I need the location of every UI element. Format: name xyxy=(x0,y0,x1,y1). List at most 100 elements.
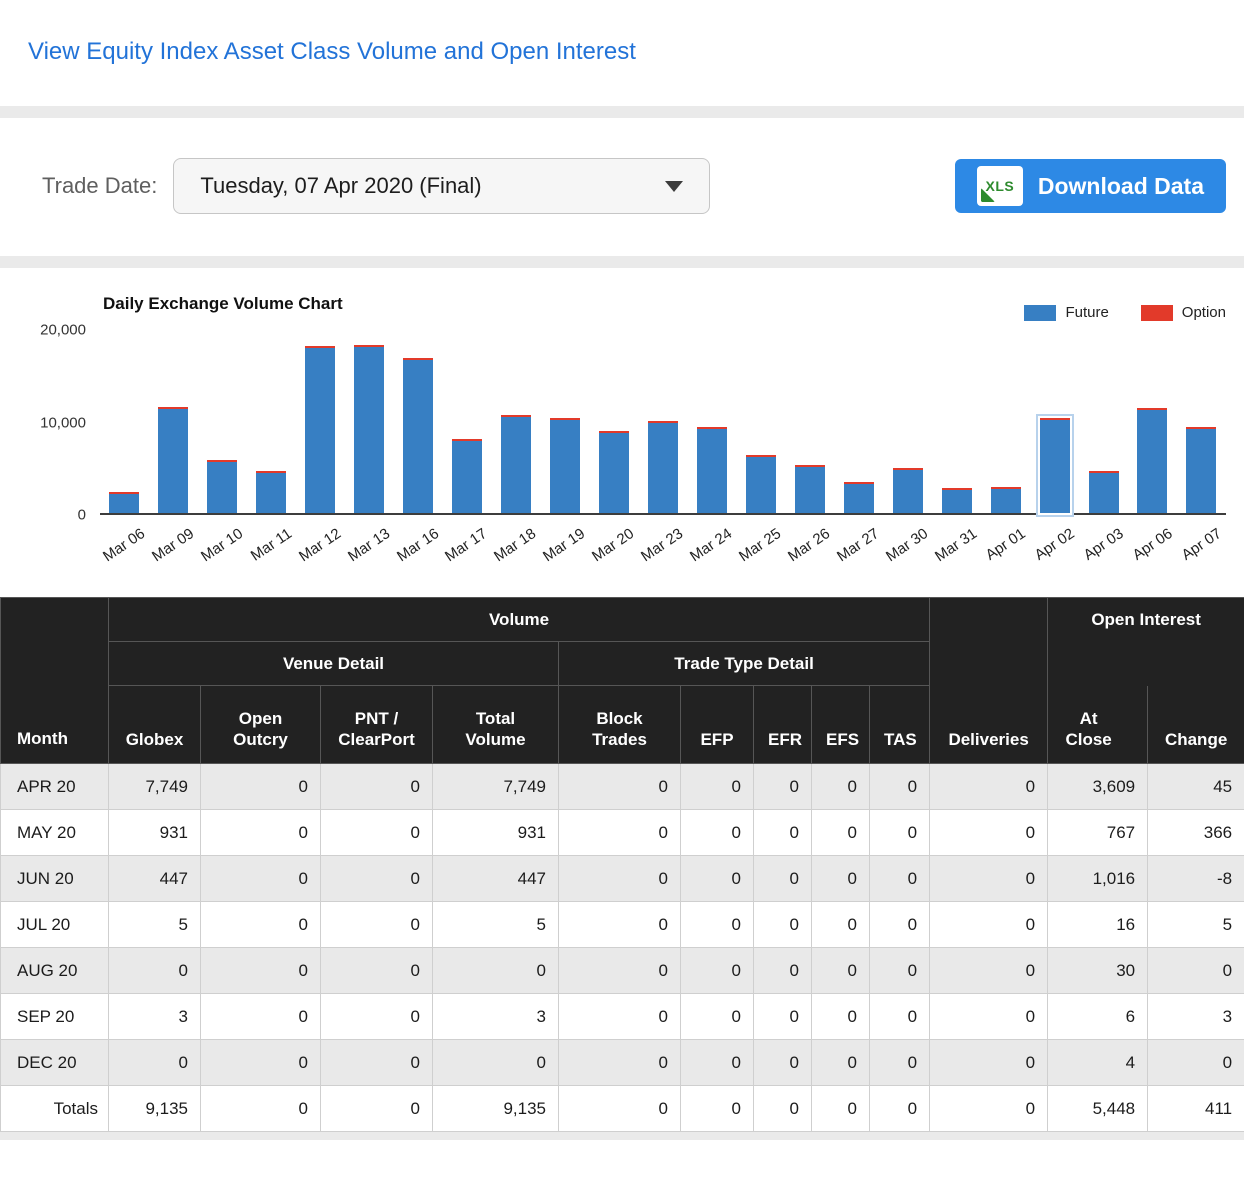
value-cell: 0 xyxy=(201,810,321,856)
future-segment xyxy=(991,489,1021,513)
month-cell: APR 20 xyxy=(1,764,109,810)
chart-bar-mar-11[interactable] xyxy=(247,330,296,513)
x-axis-label: Apr 03 xyxy=(1081,525,1127,564)
future-segment xyxy=(109,494,139,513)
value-cell: 0 xyxy=(681,856,754,902)
trade-date-select[interactable]: Tuesday, 07 Apr 2020 (Final) xyxy=(173,158,710,214)
x-axis-label: Mar 18 xyxy=(491,525,539,565)
value-cell: 0 xyxy=(201,1086,321,1132)
chart-bar-mar-17[interactable] xyxy=(443,330,492,513)
chart-bar-mar-24[interactable] xyxy=(687,330,736,513)
y-tick-label: 20,000 xyxy=(40,322,86,339)
x-axis-label: Mar 24 xyxy=(687,525,735,565)
x-axis-label: Mar 10 xyxy=(198,525,246,565)
chart-bar-mar-19[interactable] xyxy=(541,330,590,513)
x-axis-label: Mar 16 xyxy=(393,525,441,565)
value-cell: 1,016 xyxy=(1048,856,1148,902)
chart-bar-mar-26[interactable] xyxy=(785,330,834,513)
future-segment xyxy=(697,429,727,513)
value-cell: 0 xyxy=(1148,948,1244,994)
x-axis-label: Mar 13 xyxy=(345,525,393,565)
value-cell: -8 xyxy=(1148,856,1244,902)
value-cell: 0 xyxy=(201,764,321,810)
value-cell: 447 xyxy=(109,856,201,902)
value-cell: 0 xyxy=(754,764,812,810)
value-cell: 767 xyxy=(1048,810,1148,856)
value-cell: 0 xyxy=(812,1040,870,1086)
x-axis-label: Mar 25 xyxy=(736,525,784,565)
value-cell: 0 xyxy=(754,856,812,902)
value-cell: 0 xyxy=(812,902,870,948)
y-tick-label: 10,000 xyxy=(40,414,86,431)
value-cell: 0 xyxy=(681,764,754,810)
future-segment xyxy=(844,484,874,513)
chart-bar-apr-01[interactable] xyxy=(981,330,1030,513)
x-axis-label: Mar 30 xyxy=(883,525,931,565)
future-segment xyxy=(1186,429,1216,513)
controls-section: Trade Date: Tuesday, 07 Apr 2020 (Final)… xyxy=(0,118,1244,256)
x-axis-label: Apr 07 xyxy=(1179,525,1225,564)
value-cell: 0 xyxy=(870,856,930,902)
chart-bar-mar-31[interactable] xyxy=(932,330,981,513)
table-row: APR 207,749007,7490000003,60945 xyxy=(1,764,1244,810)
chart-bar-mar-09[interactable] xyxy=(149,330,198,513)
chart-bar-mar-13[interactable] xyxy=(345,330,394,513)
chart-bar-apr-06[interactable] xyxy=(1128,330,1177,513)
value-cell: 0 xyxy=(754,810,812,856)
value-cell: 0 xyxy=(321,1040,433,1086)
future-segment xyxy=(354,347,384,513)
value-cell: 0 xyxy=(754,902,812,948)
future-segment xyxy=(1137,410,1167,513)
chart-bar-mar-10[interactable] xyxy=(198,330,247,513)
legend-label-option: Option xyxy=(1182,304,1226,321)
legend-item-future[interactable]: Future xyxy=(1024,304,1108,321)
chart-bar-mar-23[interactable] xyxy=(638,330,687,513)
col-header-efr: EFR xyxy=(754,686,812,764)
table-row: DEC 20000000000040 xyxy=(1,1040,1244,1086)
value-cell: 447 xyxy=(433,856,559,902)
future-segment xyxy=(452,441,482,513)
chart-bar-mar-30[interactable] xyxy=(883,330,932,513)
col-header-efp: EFP xyxy=(681,686,754,764)
future-segment xyxy=(550,420,580,513)
value-cell: 931 xyxy=(109,810,201,856)
chart-bar-apr-02[interactable] xyxy=(1030,330,1079,513)
chart-bar-apr-03[interactable] xyxy=(1079,330,1128,513)
chart-bar-mar-12[interactable] xyxy=(296,330,345,513)
value-cell: 6 xyxy=(1048,994,1148,1040)
col-group-venue-detail: Venue Detail xyxy=(109,642,559,686)
value-cell: 0 xyxy=(433,948,559,994)
value-cell: 0 xyxy=(1148,1040,1244,1086)
value-cell: 0 xyxy=(559,856,681,902)
value-cell: 0 xyxy=(201,948,321,994)
future-segment xyxy=(599,433,629,513)
value-cell: 0 xyxy=(754,948,812,994)
col-header-month: Month xyxy=(1,598,109,764)
x-axis-label: Mar 27 xyxy=(834,525,882,565)
value-cell: 0 xyxy=(321,994,433,1040)
chart-bars xyxy=(100,330,1226,515)
legend-item-option[interactable]: Option xyxy=(1141,304,1226,321)
x-axis-label: Apr 02 xyxy=(1032,525,1078,564)
download-data-button[interactable]: XLS Download Data xyxy=(955,159,1226,213)
x-axis-label: Mar 09 xyxy=(149,525,197,565)
value-cell: 0 xyxy=(681,1040,754,1086)
table-row: JUL 205005000000165 xyxy=(1,902,1244,948)
chart-bar-mar-20[interactable] xyxy=(590,330,639,513)
chart-bar-mar-25[interactable] xyxy=(736,330,785,513)
trade-date-value: Tuesday, 07 Apr 2020 (Final) xyxy=(200,173,481,199)
value-cell: 0 xyxy=(812,810,870,856)
value-cell: 0 xyxy=(559,1086,681,1132)
value-cell: 3 xyxy=(109,994,201,1040)
month-cell: JUN 20 xyxy=(1,856,109,902)
chart-bar-mar-16[interactable] xyxy=(394,330,443,513)
chart-bar-mar-27[interactable] xyxy=(834,330,883,513)
chart-bar-apr-07[interactable] xyxy=(1177,330,1226,513)
value-cell: 0 xyxy=(930,856,1048,902)
x-axis-label: Mar 11 xyxy=(248,525,295,565)
chart-bar-mar-18[interactable] xyxy=(492,330,541,513)
col-group-trade-type-detail: Trade Type Detail xyxy=(559,642,930,686)
value-cell: 0 xyxy=(559,764,681,810)
chart-bar-mar-06[interactable] xyxy=(100,330,149,513)
value-cell: 0 xyxy=(681,994,754,1040)
